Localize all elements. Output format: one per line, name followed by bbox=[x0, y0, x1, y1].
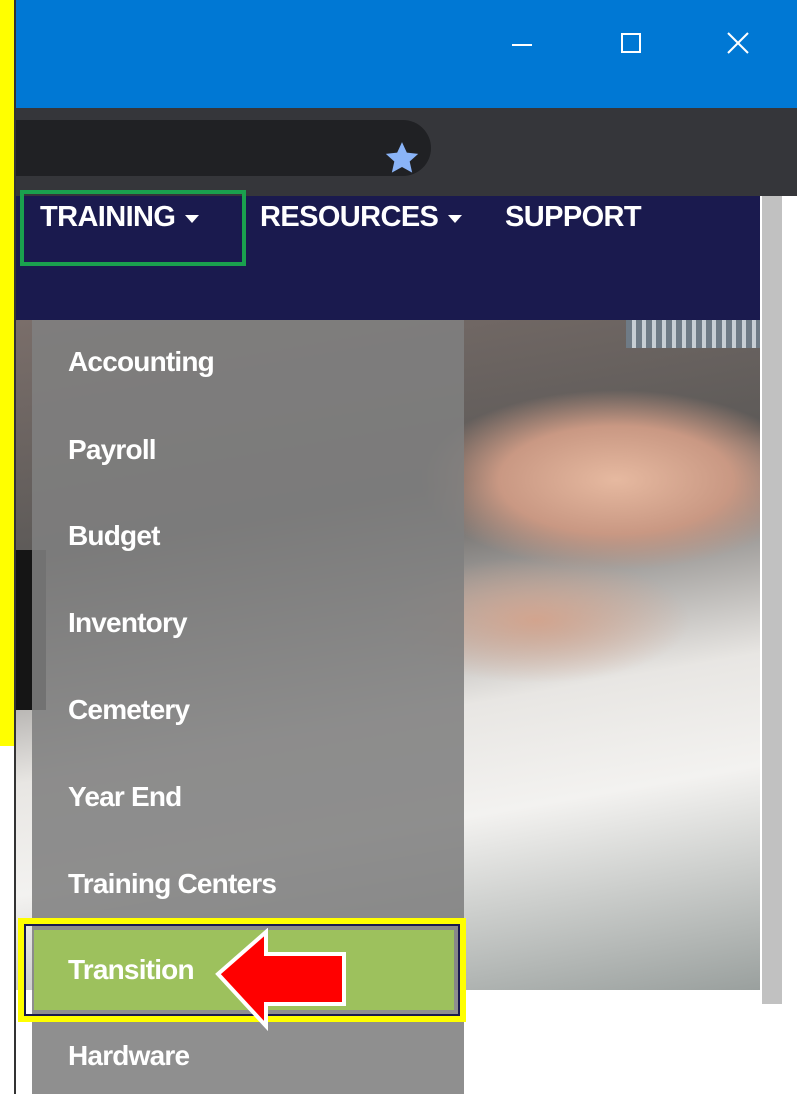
caret-down-icon bbox=[448, 215, 463, 223]
menu-item-hardware[interactable]: Hardware bbox=[68, 1038, 190, 1074]
menu-item-inventory[interactable]: Inventory bbox=[68, 605, 188, 641]
address-input[interactable] bbox=[16, 120, 431, 176]
browser-title-bar bbox=[16, 0, 797, 108]
browser-toolbar bbox=[16, 108, 797, 196]
menu-item-accounting[interactable]: Accounting bbox=[68, 344, 215, 380]
caret-down-icon bbox=[185, 215, 200, 223]
nav-item-label: TRAINING bbox=[40, 200, 176, 233]
annotation-yellow-strip bbox=[0, 0, 14, 746]
menu-item-year-end[interactable]: Year End bbox=[68, 779, 182, 815]
nav-item-resources[interactable]: RESOURCES bbox=[260, 200, 463, 233]
hero-laptop-edge bbox=[626, 320, 760, 348]
close-icon[interactable] bbox=[713, 18, 763, 68]
menu-item-budget[interactable]: Budget bbox=[68, 518, 160, 554]
minimize-icon[interactable] bbox=[497, 18, 547, 68]
maximize-icon[interactable] bbox=[606, 18, 656, 68]
nav-item-label: RESOURCES bbox=[260, 200, 439, 233]
star-icon[interactable] bbox=[382, 138, 422, 178]
menu-item-training-centers[interactable]: Training Centers bbox=[68, 866, 277, 902]
nav-item-training[interactable]: TRAINING bbox=[40, 200, 200, 233]
scrollbar-thumb[interactable] bbox=[762, 196, 782, 1004]
menu-item-cemetery[interactable]: Cemetery bbox=[68, 692, 190, 728]
nav-item-support[interactable]: SUPPORT bbox=[505, 200, 642, 233]
menu-item-transition[interactable]: Transition bbox=[68, 952, 195, 988]
menu-item-payroll[interactable]: Payroll bbox=[68, 432, 157, 468]
nav-item-label: SUPPORT bbox=[505, 200, 642, 233]
